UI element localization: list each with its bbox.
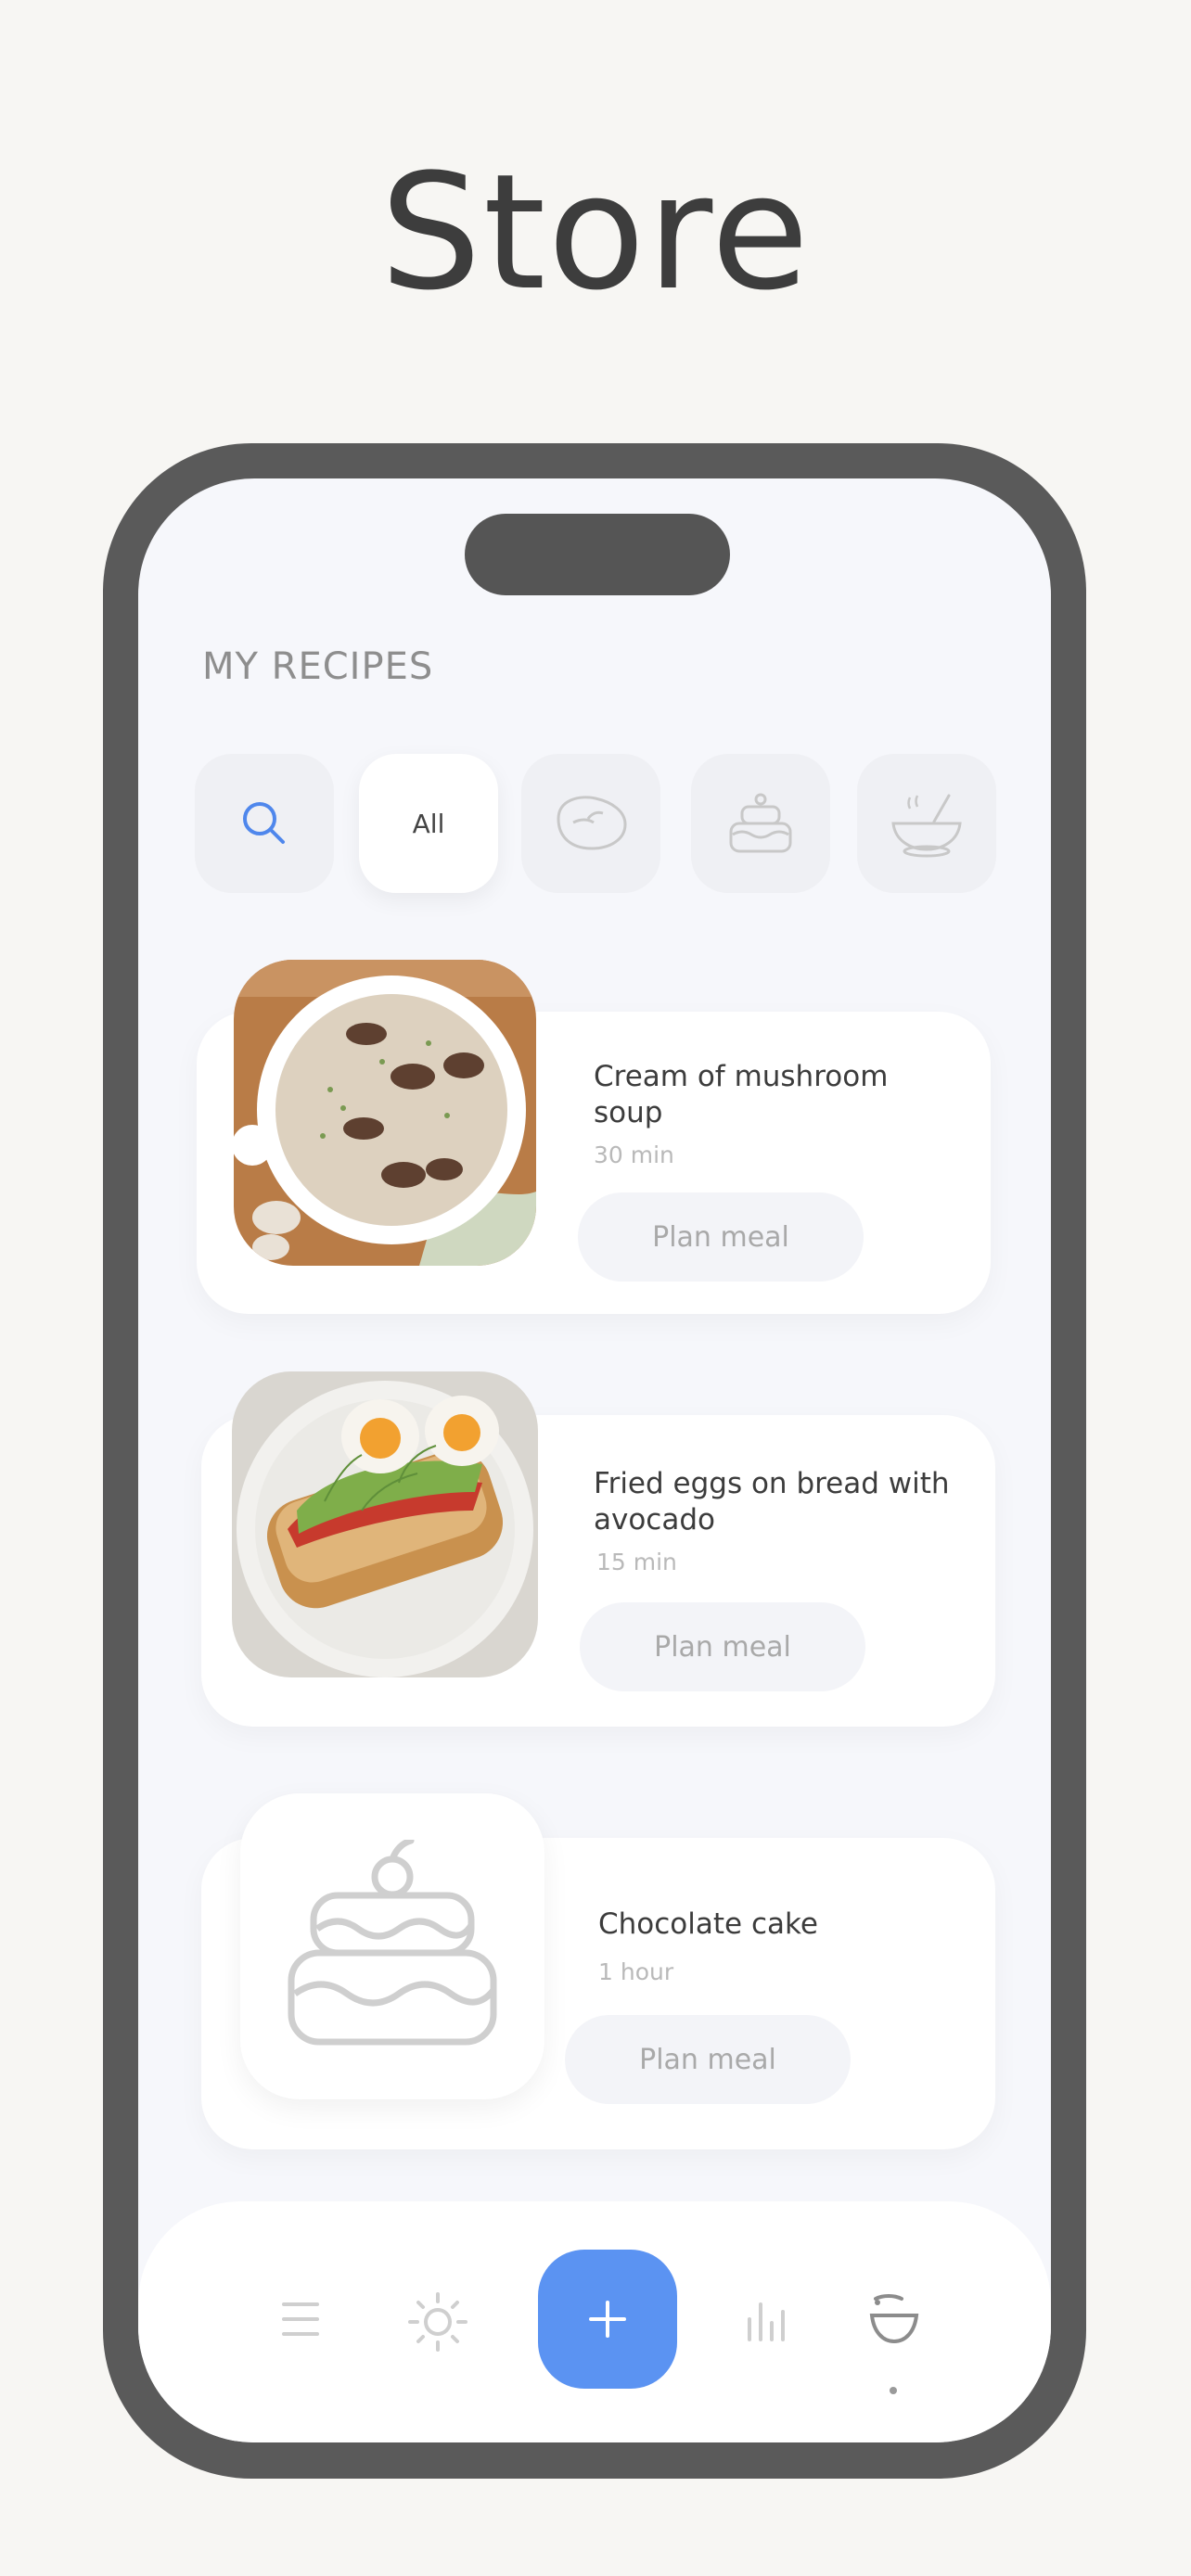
active-tab-indicator [890,2387,897,2394]
recipe-image [232,1371,538,1677]
stats-icon[interactable] [741,2294,793,2346]
dynamic-island [465,514,730,595]
filter-meat[interactable] [521,754,660,893]
page-title: Store [379,139,812,325]
bowl-icon[interactable] [862,2289,927,2350]
mushroom-soup-photo [234,960,536,1266]
filter-all-label: All [412,808,445,839]
filter-cake[interactable] [691,754,830,893]
plan-meal-button[interactable]: Plan meal [565,2015,851,2104]
cake-icon [729,793,792,853]
search-icon [243,802,285,844]
section-title: MY RECIPES [202,645,434,688]
recipe-time: 30 min [594,1141,674,1168]
plan-meal-button[interactable]: Plan meal [580,1602,865,1691]
filter-soup[interactable] [857,754,996,893]
add-button[interactable] [538,2250,677,2389]
soup-bowl-icon [891,794,962,858]
meat-icon [557,796,627,850]
plan-meal-button[interactable]: Plan meal [578,1192,864,1282]
bottom-tab-bar [138,2201,1051,2442]
recipe-name: Chocolate cake [598,1907,818,1941]
phone-screen: MY RECIPES All Cream of mushroom soup 30… [138,478,1051,2442]
recipe-image [234,960,536,1266]
recipe-name: Fried eggs on bread with avocado [594,1467,950,1537]
recipe-time: 1 hour [598,1958,674,1985]
cake-icon [288,1840,497,2046]
filter-search[interactable] [195,754,334,893]
plus-icon [589,2301,626,2338]
filter-all[interactable]: All [359,754,498,893]
sun-icon[interactable] [407,2291,468,2353]
recipe-time: 15 min [596,1549,677,1575]
menu-icon[interactable] [277,2296,324,2342]
recipe-image [240,1793,544,2099]
recipe-name: Cream of mushroom soup [594,1060,889,1129]
eggs-avocado-toast-photo [232,1371,538,1677]
